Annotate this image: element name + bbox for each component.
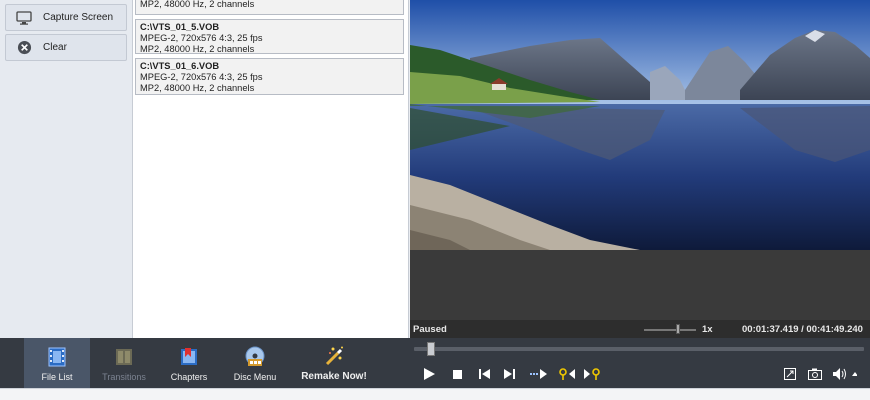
clear-label: Clear [43, 42, 67, 53]
list-item[interactable]: MP2, 48000 Hz, 2 channels [135, 0, 404, 15]
film-strip-icon [48, 347, 66, 367]
file-audio-info: MP2, 48000 Hz, 2 channels [140, 44, 255, 54]
previous-button[interactable] [476, 367, 492, 381]
close-icon [16, 40, 32, 56]
capture-screen-label: Capture Screen [43, 12, 114, 23]
disc-menu-icon [245, 346, 265, 366]
file-audio-info: MP2, 48000 Hz, 2 channels [140, 0, 255, 9]
skip-back-icon [478, 369, 490, 379]
remake-now-button[interactable]: Remake Now! [294, 338, 374, 388]
tab-file-list[interactable]: File List [24, 338, 90, 388]
monitor-icon [16, 10, 32, 26]
playback-state: Paused [413, 324, 447, 335]
file-name: C:\VTS_01_6.VOB [140, 61, 220, 71]
stop-icon [452, 369, 462, 379]
seek-bar[interactable] [414, 347, 864, 351]
clear-button[interactable]: Clear [5, 34, 127, 61]
speed-slider-track[interactable] [644, 329, 696, 331]
transitions-icon [116, 349, 132, 365]
remove-chapter-button[interactable] [583, 367, 601, 381]
chapter-marker-icon [559, 368, 575, 380]
volume-icon [833, 368, 857, 380]
tab-label: Disc Menu [233, 372, 277, 382]
list-item[interactable]: C:\VTS_01_5.VOB MPEG-2, 720x576 4:3, 25 … [135, 19, 404, 54]
speed-slider-thumb[interactable] [676, 324, 680, 334]
chapters-icon [181, 348, 197, 365]
tab-label: Remake Now! [301, 371, 367, 382]
bottom-strip [0, 388, 870, 400]
bottom-toolbar: File List Transitions Chapters Disc Menu… [0, 338, 870, 388]
chapter-marker-icon [584, 368, 600, 380]
play-icon [424, 368, 435, 380]
play-button[interactable] [421, 367, 437, 381]
preview-panel: Paused 1x 00:01:37.419 / 00:41:49.240 [410, 0, 870, 338]
tab-disc-menu[interactable]: Disc Menu [226, 338, 284, 388]
skip-forward-icon [503, 369, 515, 379]
file-video-info: MPEG-2, 720x576 4:3, 25 fps [140, 33, 263, 43]
tab-label: Chapters [170, 372, 208, 382]
file-video-info: MPEG-2, 720x576 4:3, 25 fps [140, 72, 263, 82]
capture-screen-button[interactable]: Capture Screen [5, 4, 127, 31]
fullscreen-icon [784, 368, 796, 380]
file-name: C:\VTS_01_5.VOB [140, 22, 220, 32]
tab-chapters[interactable]: Chapters [160, 338, 218, 388]
video-frame [410, 0, 870, 250]
next-chapter-button[interactable] [530, 367, 548, 381]
tab-label: Transitions [102, 372, 146, 382]
file-list: MP2, 48000 Hz, 2 channels C:\VTS_01_5.VO… [133, 0, 409, 338]
list-item[interactable]: C:\VTS_01_6.VOB MPEG-2, 720x576 4:3, 25 … [135, 58, 404, 95]
tab-transitions[interactable]: Transitions [96, 338, 152, 388]
snapshot-button[interactable] [807, 367, 823, 381]
seek-thumb[interactable] [427, 342, 435, 356]
playback-speed: 1x [702, 324, 713, 335]
stop-button[interactable] [449, 367, 465, 381]
magic-wand-icon [325, 346, 343, 366]
left-panel: Capture Screen Clear [0, 0, 133, 338]
player-status-bar: Paused 1x 00:01:37.419 / 00:41:49.240 [410, 320, 870, 338]
camera-icon [808, 368, 822, 380]
fullscreen-button[interactable] [782, 367, 798, 381]
next-button[interactable] [501, 367, 517, 381]
tab-label: File List [41, 372, 73, 382]
volume-button[interactable] [832, 367, 858, 381]
chapter-jump-icon [530, 369, 547, 379]
file-audio-info: MP2, 48000 Hz, 2 channels [140, 83, 255, 93]
add-chapter-button[interactable] [558, 367, 576, 381]
time-readout: 00:01:37.419 / 00:41:49.240 [742, 324, 863, 335]
